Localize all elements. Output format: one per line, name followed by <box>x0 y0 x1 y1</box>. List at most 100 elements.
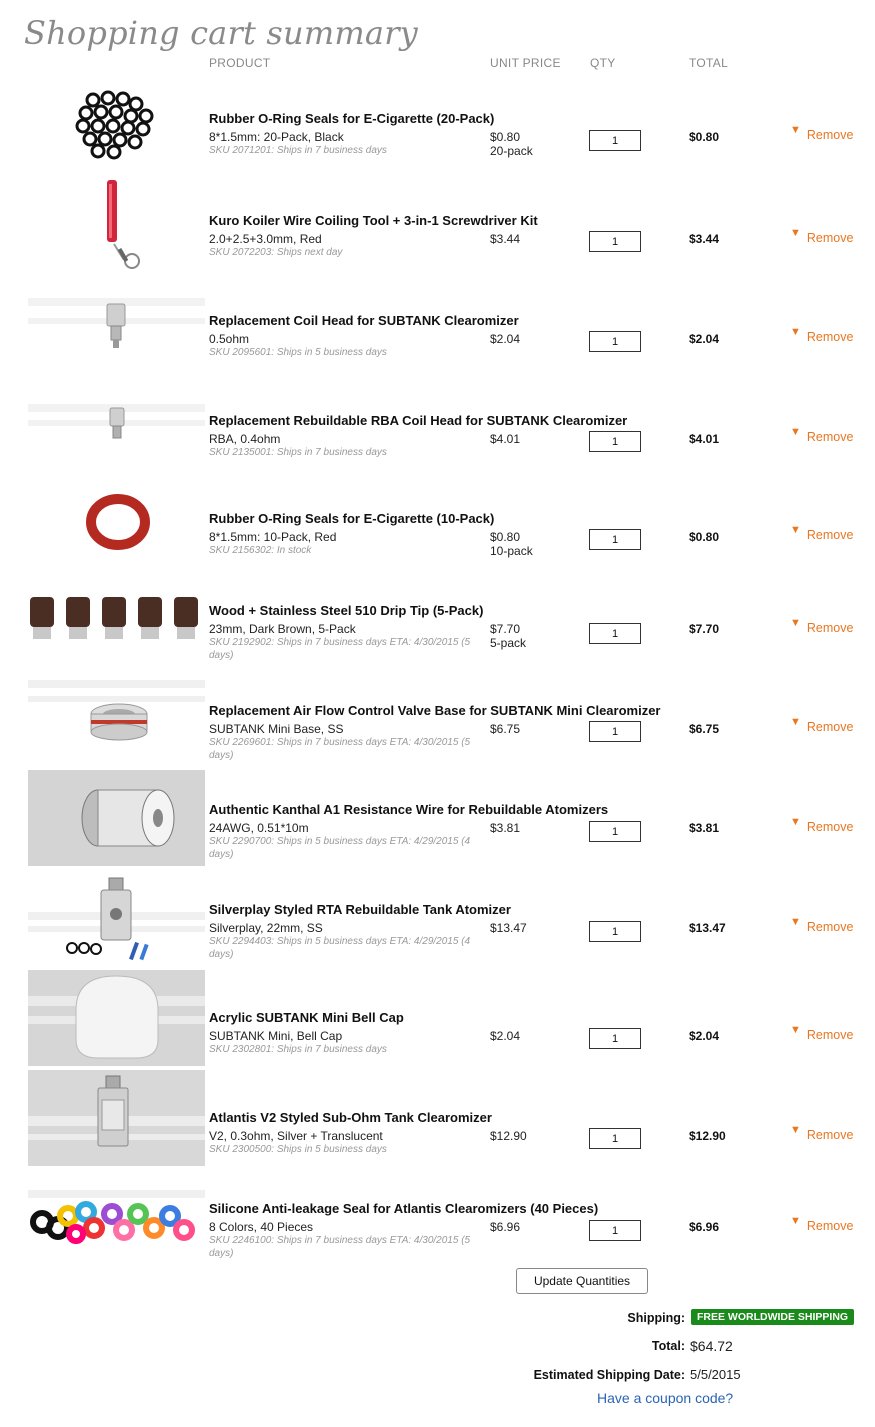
remove-button[interactable]: ▼ Remove <box>790 426 853 444</box>
product-sku: SKU 2135001: Ships in 7 business days <box>209 447 387 458</box>
triangle-down-icon: ▼ <box>790 816 801 828</box>
remove-button[interactable]: ▼ Remove <box>790 1124 853 1142</box>
order-total: $64.72 <box>690 1338 733 1354</box>
remove-button[interactable]: ▼ Remove <box>790 524 853 542</box>
coupon-code-link[interactable]: Have a coupon code? <box>597 1390 733 1406</box>
estimated-shipping-date: 5/5/2015 <box>690 1367 741 1382</box>
product-name[interactable]: Replacement Coil Head for SUBTANK Clearo… <box>209 313 519 328</box>
line-total: $3.81 <box>689 821 720 835</box>
line-total: $4.01 <box>689 432 720 446</box>
product-name[interactable]: Silverplay Styled RTA Rebuildable Tank A… <box>209 902 511 917</box>
product-name[interactable]: Atlantis V2 Styled Sub-Ohm Tank Clearomi… <box>209 1110 492 1125</box>
product-sku: SKU 2095601: Ships in 5 business days <box>209 347 387 358</box>
quantity-input[interactable] <box>589 821 641 842</box>
product-option: 2.0+2.5+3.0mm, Red <box>209 232 322 246</box>
quantity-input[interactable] <box>589 231 641 252</box>
quantity-input[interactable] <box>589 1028 641 1049</box>
product-name[interactable]: Acrylic SUBTANK Mini Bell Cap <box>209 1010 404 1025</box>
remove-label: Remove <box>806 920 854 934</box>
remove-label: Remove <box>806 621 854 635</box>
cart-item: Kuro Koiler Wire Coiling Tool + 3-in-1 S… <box>0 178 875 274</box>
coil-head-icon[interactable] <box>28 294 205 390</box>
product-name[interactable]: Replacement Air Flow Control Valve Base … <box>209 703 660 718</box>
unit-price: $6.75 <box>490 722 520 736</box>
product-name[interactable]: Authentic Kanthal A1 Resistance Wire for… <box>209 802 608 817</box>
rba-head-icon[interactable] <box>28 394 205 490</box>
product-sku: SKU 2156302: In stock <box>209 545 312 556</box>
remove-button[interactable]: ▼ Remove <box>790 1024 854 1042</box>
unit-price-note: 20-pack <box>490 144 533 158</box>
cart-item: Acrylic SUBTANK Mini Bell Cap SUBTANK Mi… <box>0 970 875 1066</box>
column-header-qty: QTY <box>590 56 616 70</box>
cart-item: Authentic Kanthal A1 Resistance Wire for… <box>0 770 875 866</box>
product-option: SUBTANK Mini, Bell Cap <box>209 1029 343 1043</box>
remove-label: Remove <box>806 720 854 734</box>
unit-price-value: $6.96 <box>490 1220 521 1234</box>
quantity-input[interactable] <box>589 721 641 742</box>
triangle-down-icon: ▼ <box>790 524 801 536</box>
unit-price-value: $2.04 <box>490 1029 521 1043</box>
remove-label: Remove <box>806 1028 854 1042</box>
unit-price: $0.80 10-pack <box>490 530 533 558</box>
remove-label: Remove <box>806 128 854 142</box>
wire-spool-icon[interactable] <box>28 770 205 866</box>
bell-cap-icon[interactable] <box>28 970 205 1066</box>
product-option: 8*1.5mm: 10-Pack, Red <box>209 530 337 544</box>
product-name[interactable]: Wood + Stainless Steel 510 Drip Tip (5-P… <box>209 603 483 618</box>
quantity-input[interactable] <box>589 623 641 644</box>
product-name[interactable]: Kuro Koiler Wire Coiling Tool + 3-in-1 S… <box>209 213 538 228</box>
remove-label: Remove <box>806 231 854 245</box>
cart-item: Replacement Rebuildable RBA Coil Head fo… <box>0 394 875 490</box>
update-quantities-button[interactable]: Update Quantities <box>516 1268 648 1294</box>
cart-item: Replacement Air Flow Control Valve Base … <box>0 676 875 772</box>
line-total: $2.04 <box>689 1029 720 1043</box>
product-sku: SKU 2072203: Ships next day <box>209 247 343 258</box>
remove-button[interactable]: ▼ Remove <box>790 816 854 834</box>
remove-button[interactable]: ▼ Remove <box>790 617 854 635</box>
color-seals-icon[interactable] <box>28 1170 205 1266</box>
unit-price: $2.04 <box>490 332 520 346</box>
quantity-input[interactable] <box>589 431 641 452</box>
line-total: $13.47 <box>689 921 726 935</box>
product-sku: SKU 2302801: Ships in 7 business days <box>209 1044 387 1055</box>
quantity-input[interactable] <box>589 529 641 550</box>
quantity-input[interactable] <box>589 1220 641 1241</box>
product-name[interactable]: Replacement Rebuildable RBA Coil Head fo… <box>209 413 627 428</box>
remove-button[interactable]: ▼ Remove <box>790 227 854 245</box>
remove-button[interactable]: ▼ Remove <box>790 916 854 934</box>
product-option: 8*1.5mm: 20-Pack, Black <box>209 130 344 144</box>
red-oring-icon[interactable] <box>28 492 205 588</box>
triangle-down-icon: ▼ <box>790 1215 801 1227</box>
product-name[interactable]: Silicone Anti-leakage Seal for Atlantis … <box>209 1201 598 1216</box>
quantity-input[interactable] <box>589 921 641 942</box>
quantity-input[interactable] <box>589 1128 641 1149</box>
product-sku: SKU 2294403: Ships in 5 business days ET… <box>209 936 471 960</box>
cart-item: Wood + Stainless Steel 510 Drip Tip (5-P… <box>0 585 875 681</box>
triangle-down-icon: ▼ <box>790 916 801 928</box>
remove-button[interactable]: ▼ Remove <box>790 124 854 142</box>
unit-price-value: $2.04 <box>490 332 521 346</box>
valve-base-icon[interactable] <box>28 676 205 772</box>
unit-price: $3.44 <box>490 232 520 246</box>
unit-price-value: $7.70 <box>490 622 521 636</box>
drip-tips-icon[interactable] <box>28 585 205 681</box>
black-orings-icon[interactable] <box>28 88 205 184</box>
atlantis-tank-icon[interactable] <box>28 1070 205 1166</box>
line-total: $0.80 <box>689 130 720 144</box>
rta-tank-icon[interactable] <box>28 876 205 972</box>
remove-button[interactable]: ▼ Remove <box>790 326 853 344</box>
product-name[interactable]: Rubber O-Ring Seals for E-Cigarette (20-… <box>209 111 494 126</box>
quantity-input[interactable] <box>589 130 641 151</box>
remove-button[interactable]: ▼ Remove <box>790 1215 853 1233</box>
triangle-down-icon: ▼ <box>790 326 801 338</box>
line-total: $6.96 <box>689 1220 720 1234</box>
unit-price-value: $12.90 <box>490 1129 527 1143</box>
unit-price: $0.80 20-pack <box>490 130 533 158</box>
line-total: $12.90 <box>689 1129 726 1143</box>
unit-price: $6.96 <box>490 1220 520 1234</box>
product-name[interactable]: Rubber O-Ring Seals for E-Cigarette (10-… <box>209 511 494 526</box>
coiling-tool-icon[interactable] <box>28 178 205 274</box>
remove-button[interactable]: ▼ Remove <box>790 716 854 734</box>
quantity-input[interactable] <box>589 331 641 352</box>
remove-label: Remove <box>806 820 854 834</box>
